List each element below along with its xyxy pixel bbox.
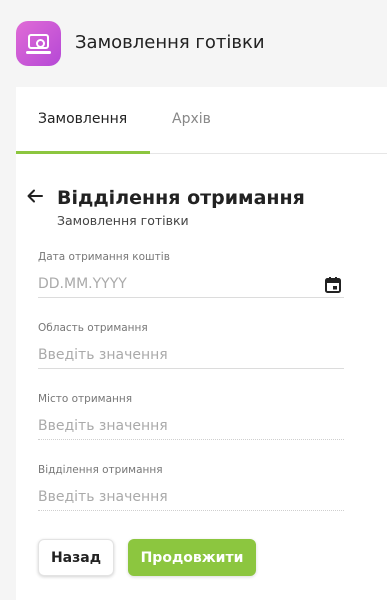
page-title: Замовлення готівки <box>75 32 265 53</box>
app-header: Замовлення готівки <box>0 0 387 86</box>
city-field[interactable] <box>38 413 344 440</box>
tab-bar: Замовлення Архів <box>16 87 387 154</box>
tab-archive[interactable]: Архів <box>172 111 211 127</box>
branch-field-label: Відділення отримання <box>38 464 163 476</box>
region-field-label: Область отримання <box>38 322 148 334</box>
back-button[interactable]: Назад <box>38 539 114 576</box>
date-field[interactable] <box>38 271 322 298</box>
tab-orders[interactable]: Замовлення <box>38 111 127 127</box>
form-title: Відділення отримання <box>57 187 305 209</box>
calendar-icon[interactable] <box>324 276 342 294</box>
continue-button[interactable]: Продовжити <box>128 539 256 576</box>
branch-field[interactable] <box>38 484 344 511</box>
back-arrow-icon[interactable] <box>26 187 44 205</box>
form-subtitle: Замовлення готівки <box>57 213 189 228</box>
main-panel: Замовлення Архів Відділення отримання За… <box>16 87 387 600</box>
date-field-underline <box>38 297 344 298</box>
active-tab-indicator <box>16 151 150 154</box>
city-field-label: Місто отримання <box>38 393 133 405</box>
region-field[interactable] <box>38 342 344 369</box>
date-field-label: Дата отримання коштів <box>38 251 170 263</box>
cash-order-icon <box>16 21 61 66</box>
